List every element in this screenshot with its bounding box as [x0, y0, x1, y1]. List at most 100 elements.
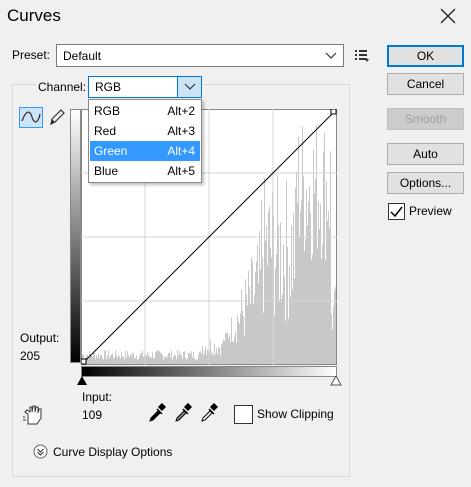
histogram-bar — [210, 340, 211, 364]
histogram-bar — [197, 359, 198, 364]
smooth-button[interactable]: Smooth — [387, 108, 464, 130]
histogram-bar — [134, 358, 135, 364]
histogram-bar — [253, 304, 254, 364]
input-gradient-bar — [81, 366, 337, 377]
histogram-bar — [125, 350, 126, 364]
histogram-bar — [118, 354, 119, 364]
histogram-bar — [222, 342, 223, 364]
histogram-bar — [228, 338, 229, 364]
histogram-bar — [245, 279, 246, 364]
histogram-bar — [221, 344, 222, 364]
histogram-bar — [149, 355, 150, 364]
histogram-bar — [246, 294, 247, 364]
histogram-bar — [160, 352, 161, 364]
preview-checkbox[interactable] — [388, 203, 405, 220]
black-point-eyedropper-icon[interactable] — [148, 403, 166, 423]
histogram-bar — [243, 316, 244, 364]
histogram-bar — [138, 359, 139, 364]
output-label: Output: — [20, 331, 60, 345]
histogram-bar — [200, 351, 201, 364]
pencil-icon[interactable] — [47, 107, 67, 127]
histogram-bar — [174, 354, 175, 364]
histogram-bar — [269, 206, 270, 364]
histogram-bar — [161, 353, 162, 364]
auto-button[interactable]: Auto — [387, 143, 464, 165]
channel-value: RGB — [95, 80, 122, 94]
histogram-bar — [114, 358, 115, 364]
histogram-bar — [207, 348, 208, 364]
histogram-bar — [293, 213, 294, 364]
options-button[interactable]: Options... — [387, 172, 464, 194]
histogram-bar — [105, 350, 106, 364]
histogram-bar — [93, 352, 94, 364]
menu-item-blue[interactable]: Blue Alt+5 — [90, 161, 200, 181]
curve-display-options-label[interactable]: Curve Display Options — [53, 445, 172, 459]
histogram-bar — [227, 332, 228, 364]
histogram-bar — [181, 355, 182, 364]
black-point-slider[interactable] — [76, 376, 88, 386]
histogram-bar — [251, 256, 252, 364]
histogram-bar — [312, 254, 313, 364]
gray-point-eyedropper-icon[interactable] — [174, 403, 192, 423]
cancel-button[interactable]: Cancel — [387, 73, 464, 95]
menu-item-red[interactable]: Red Alt+3 — [90, 121, 200, 141]
histogram-bar — [123, 356, 124, 364]
channel-dropdown-button[interactable] — [177, 77, 201, 97]
curve-point-white[interactable] — [330, 109, 337, 115]
close-icon[interactable] — [437, 5, 459, 27]
histogram-bar — [301, 199, 302, 364]
white-point-eyedropper-icon[interactable] — [200, 403, 218, 423]
ok-button[interactable]: OK — [387, 45, 464, 67]
histogram-bar — [201, 353, 202, 364]
show-clipping-checkbox[interactable] — [234, 405, 253, 424]
histogram-bar — [265, 240, 266, 364]
on-image-adjust-icon[interactable] — [22, 404, 44, 426]
histogram-bar — [96, 355, 97, 364]
curve-point-tool[interactable] — [19, 107, 43, 128]
histogram-bar — [129, 357, 130, 364]
input-value[interactable]: 109 — [82, 408, 102, 422]
histogram-bar — [290, 296, 291, 364]
preset-options-icon[interactable] — [354, 49, 370, 63]
histogram-bar — [334, 290, 335, 364]
histogram-bar — [99, 358, 100, 364]
histogram-bar — [164, 356, 165, 364]
histogram-bar — [287, 246, 288, 364]
histogram-bar — [111, 354, 112, 364]
histogram-bar — [296, 171, 297, 364]
histogram-bar — [229, 335, 230, 364]
histogram-bar — [159, 351, 160, 364]
histogram-bar — [321, 259, 322, 364]
histogram-bar — [294, 278, 295, 364]
histogram-bar — [247, 305, 248, 364]
preset-label: Preset: — [12, 48, 51, 62]
histogram-bar — [248, 270, 249, 364]
histogram-bar — [98, 353, 99, 364]
histogram-bar — [112, 353, 113, 364]
histogram-bar — [335, 287, 336, 364]
curve-point-black[interactable] — [81, 358, 87, 365]
histogram-bar — [249, 287, 250, 364]
histogram-bar — [155, 352, 156, 364]
preset-select[interactable]: Default — [56, 44, 344, 67]
channel-select[interactable]: RGB — [88, 76, 202, 98]
output-value[interactable]: 205 — [20, 349, 40, 363]
histogram-bar — [314, 193, 315, 364]
histogram-bar — [128, 355, 129, 364]
histogram-bar — [333, 306, 334, 364]
histogram-bar — [132, 352, 133, 364]
histogram-bar — [297, 203, 298, 364]
histogram-bar — [179, 351, 180, 364]
histogram-bar — [244, 335, 245, 364]
histogram-bar — [183, 352, 184, 364]
expand-chevron-icon[interactable] — [33, 444, 48, 459]
white-point-slider[interactable] — [330, 376, 342, 386]
histogram-bar — [325, 259, 326, 364]
histogram-bar — [319, 229, 320, 364]
menu-item-rgb[interactable]: RGB Alt+2 — [90, 101, 200, 121]
histogram-bar — [313, 149, 314, 364]
menu-item-green[interactable]: Green Alt+4 — [90, 141, 200, 161]
histogram-bar — [119, 356, 120, 364]
preset-value: Default — [63, 48, 102, 63]
histogram-bar — [274, 316, 275, 364]
